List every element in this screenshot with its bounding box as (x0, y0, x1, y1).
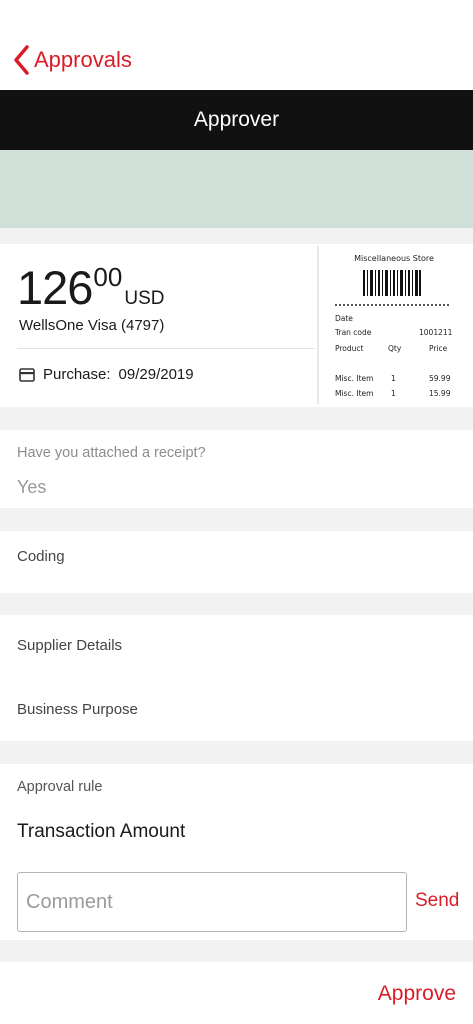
receipt-separator (335, 304, 449, 306)
navigation-bar: Approvals (0, 0, 473, 90)
status-banner (0, 150, 473, 228)
title-bar: Approver (0, 90, 473, 150)
receipt-col-price: Price (429, 344, 448, 353)
coding-row[interactable] (0, 531, 473, 593)
send-button[interactable]: Send (415, 890, 459, 912)
back-label: Approvals (34, 47, 132, 72)
receipt-item-qty: 1 (391, 374, 396, 383)
receipt-col-qty: Qty (388, 344, 402, 353)
amount-whole: 126 (17, 261, 93, 314)
receipt-tran-code-label: Tran code (335, 328, 372, 337)
divider (17, 348, 315, 349)
receipt-item-product: Misc. Item (335, 389, 374, 398)
purchase-date: 09/29/2019 (118, 366, 194, 383)
barcode-icon (363, 270, 421, 296)
purchase-row: Purchase: 09/29/2019 (19, 366, 194, 383)
receipt-date-label: Date (335, 314, 353, 323)
approval-rule-value: Transaction Amount (17, 821, 186, 842)
receipt-store-name: Miscellaneous Store (354, 254, 434, 263)
approve-button[interactable]: Approve (378, 982, 456, 1006)
supplier-details-row[interactable]: Supplier Details (17, 637, 122, 654)
receipt-item-product: Misc. Item (335, 374, 374, 383)
business-purpose-row[interactable]: Business Purpose (17, 701, 138, 718)
card-name: WellsOne Visa (4797) (19, 317, 165, 334)
page-title: Approver (193, 108, 280, 131)
receipt-question-card[interactable] (0, 430, 473, 508)
approval-rule-label: Approval rule (17, 779, 103, 795)
receipt-col-product: Product (335, 344, 364, 353)
amount-currency: USD (124, 288, 165, 309)
receipt-question-label: Have you attached a receipt? (17, 445, 206, 461)
comment-input[interactable] (17, 872, 407, 932)
details-card (0, 615, 473, 741)
receipt-item-price: 59.99 (429, 374, 451, 383)
chevron-left-icon (14, 45, 29, 75)
coding-label: Coding (17, 548, 65, 565)
back-button[interactable]: Approvals (12, 42, 132, 78)
purchase-label: Purchase: (43, 366, 111, 383)
receipt-tran-code: 1001211 (419, 328, 453, 337)
receipt-item-price: 15.99 (429, 389, 451, 398)
credit-card-icon (19, 367, 35, 382)
receipt-question-value: Yes (17, 477, 47, 497)
amount-cents: 00 (93, 262, 123, 292)
receipt-item-qty: 1 (391, 389, 396, 398)
transaction-amount: 126 00 USD (17, 260, 164, 315)
receipt-thumbnail[interactable]: Miscellaneous Store Date Tran code 10012… (317, 246, 473, 404)
